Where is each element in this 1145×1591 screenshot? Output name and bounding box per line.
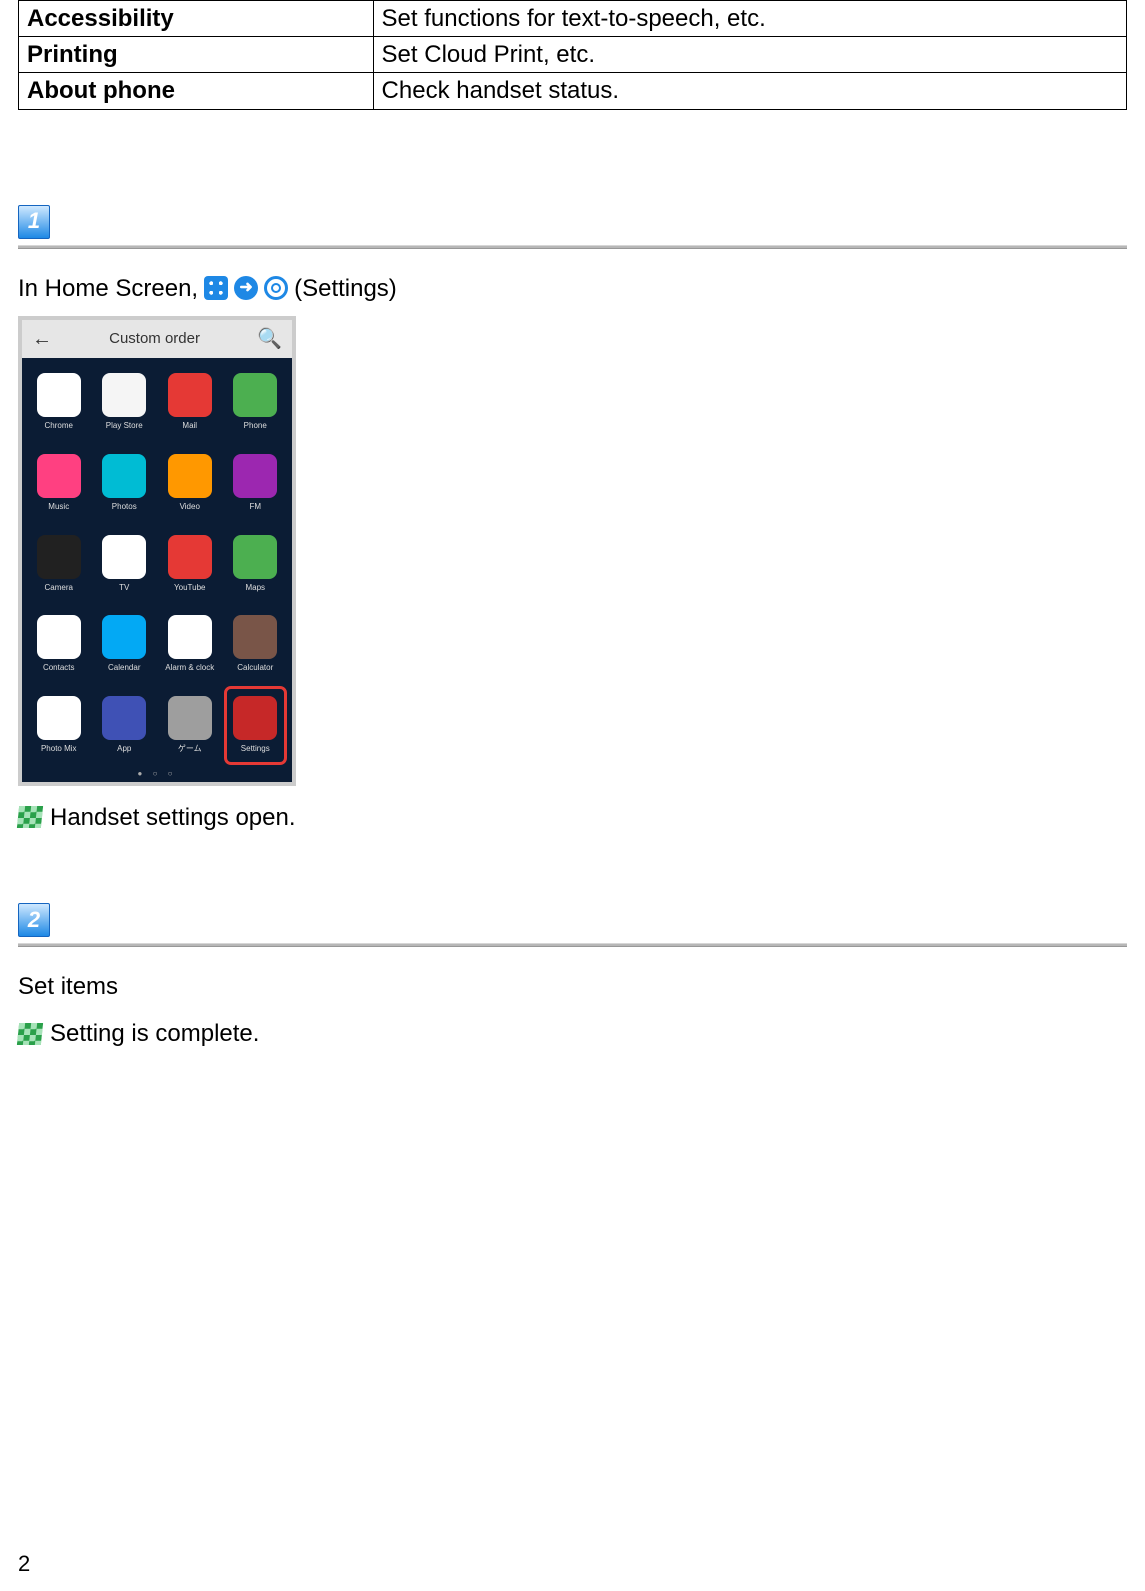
app-icon xyxy=(37,535,81,579)
step-badge-1: 1 xyxy=(18,205,50,239)
app-label: Phone xyxy=(244,421,267,431)
result-text: Handset settings open. xyxy=(50,802,296,833)
step-1-instruction: In Home Screen, ➜ (Settings) xyxy=(18,273,1127,304)
app-icon xyxy=(102,373,146,417)
app-tile: Play Store xyxy=(94,364,156,441)
instr-suffix: (Settings) xyxy=(294,273,397,304)
apps-icon xyxy=(204,276,228,300)
app-tile: Video xyxy=(159,445,221,522)
app-icon xyxy=(102,696,146,740)
settings-row-label: Printing xyxy=(19,37,374,73)
page-indicator-dots: ● ○ ○ xyxy=(22,769,292,779)
app-icon xyxy=(37,454,81,498)
app-icon xyxy=(168,535,212,579)
app-tile: Calendar xyxy=(94,606,156,683)
app-label: Camera xyxy=(45,583,73,593)
app-label: Contacts xyxy=(43,663,75,673)
settings-table: Accessibility Set functions for text-to-… xyxy=(18,0,1127,110)
settings-row-label: Accessibility xyxy=(19,1,374,37)
app-icon xyxy=(168,373,212,417)
app-grid: Chrome Play Store Mail Phone Music Photos Vide… xyxy=(22,358,292,770)
screenshot-title: Custom order xyxy=(109,329,200,349)
app-label: Photos xyxy=(112,502,137,512)
app-icon xyxy=(37,373,81,417)
arrow-right-icon: ➜ xyxy=(234,276,258,300)
app-label: App xyxy=(117,744,131,754)
app-label: Photo Mix xyxy=(41,744,77,754)
app-tile: Photo Mix xyxy=(28,687,90,764)
app-icon xyxy=(233,535,277,579)
app-icon xyxy=(233,615,277,659)
page-number: 2 xyxy=(18,1550,30,1579)
app-tile: Phone xyxy=(225,364,287,441)
app-label: Mail xyxy=(182,421,197,431)
app-tile: Music xyxy=(28,445,90,522)
app-tile: Contacts xyxy=(28,606,90,683)
app-icon xyxy=(233,696,277,740)
app-icon xyxy=(168,615,212,659)
app-label: Chrome xyxy=(45,421,73,431)
search-icon: 🔍 xyxy=(257,326,282,352)
settings-row-desc: Check handset status. xyxy=(373,73,1126,109)
settings-row-desc: Set functions for text-to-speech, etc. xyxy=(373,1,1126,37)
app-label: Calendar xyxy=(108,663,140,673)
table-row: Accessibility Set functions for text-to-… xyxy=(19,1,1127,37)
app-tile: Camera xyxy=(28,525,90,602)
step-divider xyxy=(18,245,1127,249)
result-checker-icon xyxy=(17,1023,43,1045)
app-tile: App xyxy=(94,687,156,764)
app-label: Play Store xyxy=(106,421,143,431)
instr-prefix: In Home Screen, xyxy=(18,273,198,304)
home-screen-screenshot: ← Custom order 🔍 Chrome Play Store Mail Pho… xyxy=(18,316,296,786)
gear-icon xyxy=(264,276,288,300)
table-row: Printing Set Cloud Print, etc. xyxy=(19,37,1127,73)
app-icon xyxy=(102,454,146,498)
app-label: YouTube xyxy=(174,583,205,593)
app-icon xyxy=(102,535,146,579)
step-2: 2 Set items Setting is complete. xyxy=(18,903,1127,1049)
app-icon xyxy=(37,696,81,740)
app-tile: Settings xyxy=(225,687,287,764)
screenshot-topbar: ← Custom order 🔍 xyxy=(22,320,292,358)
app-tile: YouTube xyxy=(159,525,221,602)
step-badge-2: 2 xyxy=(18,903,50,937)
app-label: Maps xyxy=(245,583,265,593)
app-icon xyxy=(168,696,212,740)
app-icon xyxy=(102,615,146,659)
step-2-result: Setting is complete. xyxy=(18,1018,1127,1049)
app-tile: Alarm & clock xyxy=(159,606,221,683)
app-label: Calculator xyxy=(237,663,273,673)
result-text: Setting is complete. xyxy=(50,1018,259,1049)
app-tile: Photos xyxy=(94,445,156,522)
app-label: Alarm & clock xyxy=(165,663,214,673)
app-label: TV xyxy=(119,583,129,593)
table-row: About phone Check handset status. xyxy=(19,73,1127,109)
settings-row-label: About phone xyxy=(19,73,374,109)
settings-row-desc: Set Cloud Print, etc. xyxy=(373,37,1126,73)
app-label: Video xyxy=(180,502,200,512)
app-icon xyxy=(233,373,277,417)
app-label: Settings xyxy=(241,744,270,754)
app-tile: Calculator xyxy=(225,606,287,683)
step-1: 1 In Home Screen, ➜ (Settings) ← Custom … xyxy=(18,205,1127,833)
app-icon xyxy=(37,615,81,659)
app-label: FM xyxy=(249,502,261,512)
step-1-result: Handset settings open. xyxy=(18,802,1127,833)
app-label: Music xyxy=(48,502,69,512)
app-icon xyxy=(233,454,277,498)
app-tile: Chrome xyxy=(28,364,90,441)
app-icon xyxy=(168,454,212,498)
app-label: ゲーム xyxy=(178,744,202,754)
app-tile: TV xyxy=(94,525,156,602)
step-2-instruction: Set items xyxy=(18,971,1127,1002)
back-icon: ← xyxy=(32,326,52,352)
app-tile: FM xyxy=(225,445,287,522)
app-tile: Maps xyxy=(225,525,287,602)
step-divider xyxy=(18,943,1127,947)
instr-text: Set items xyxy=(18,971,118,1002)
app-tile: Mail xyxy=(159,364,221,441)
result-checker-icon xyxy=(17,806,43,828)
app-tile: ゲーム xyxy=(159,687,221,764)
